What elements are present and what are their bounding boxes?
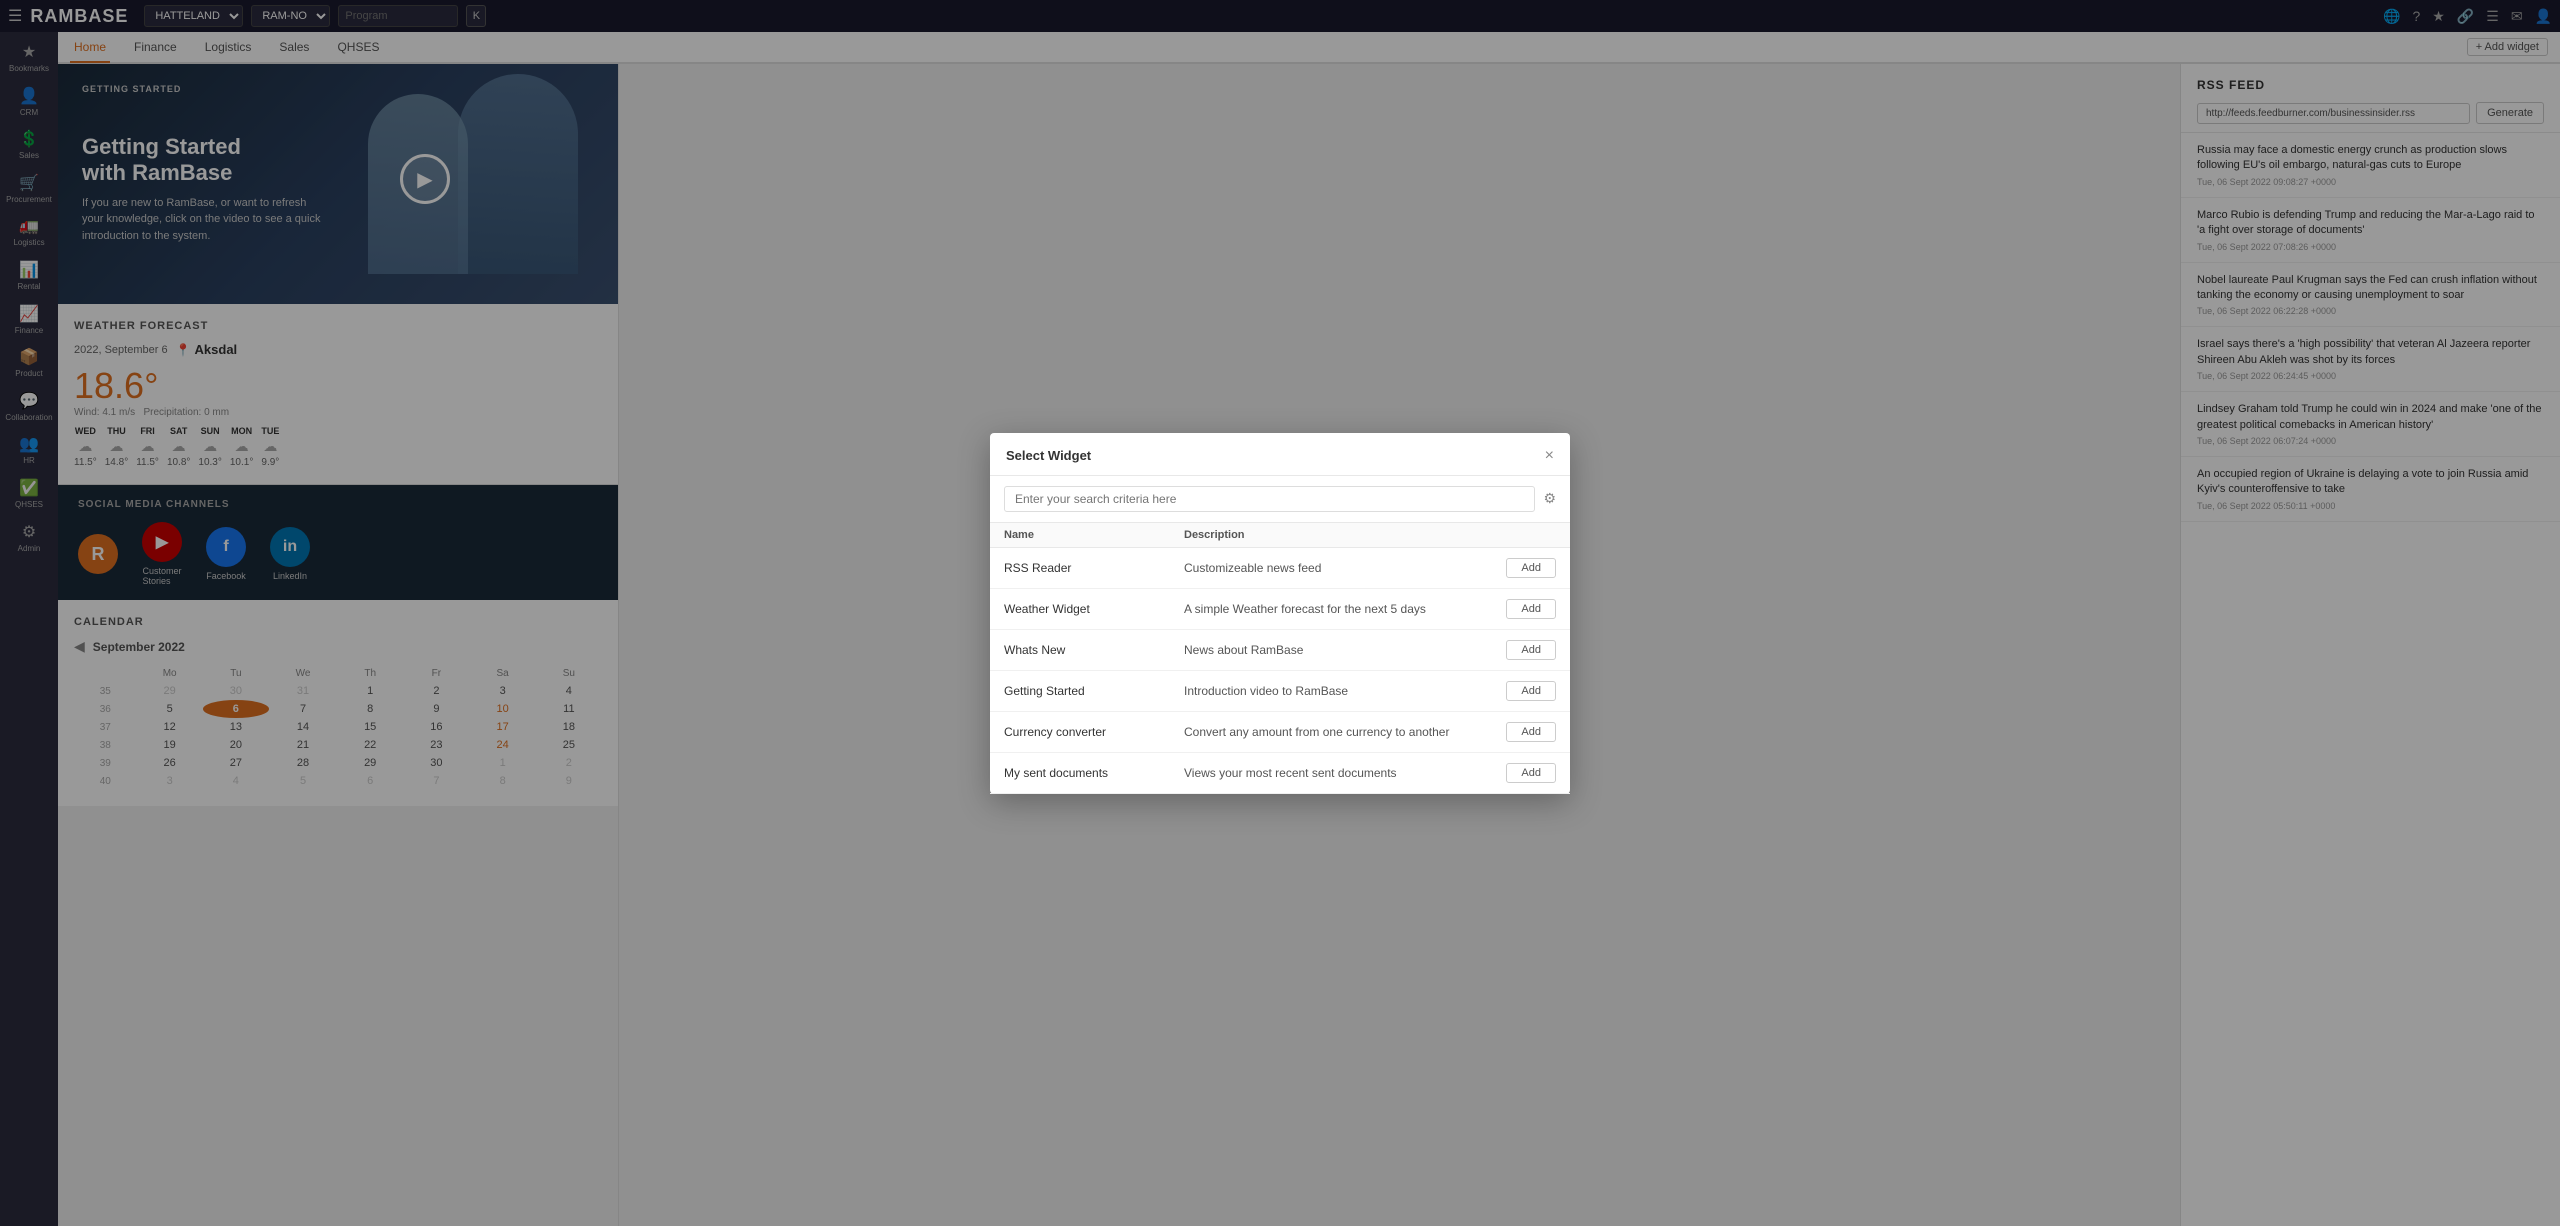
- modal-header: Select Widget ×: [990, 433, 1570, 476]
- widget-row: RSS ReaderCustomizeable news feedAdd: [990, 548, 1570, 589]
- widget-desc: News about RamBase: [1184, 643, 1506, 657]
- widget-desc: Views your most recent sent documents: [1184, 766, 1506, 780]
- modal-col-name: Name: [1004, 529, 1184, 541]
- modal-col-desc: Description: [1184, 529, 1556, 541]
- modal-close-button[interactable]: ×: [1545, 447, 1554, 465]
- modal-overlay[interactable]: Select Widget × ⚙ Name Description RSS R…: [0, 0, 2560, 1226]
- widget-name: Getting Started: [1004, 684, 1184, 698]
- modal-column-headers: Name Description: [990, 523, 1570, 548]
- widget-name: Weather Widget: [1004, 602, 1184, 616]
- modal-body: RSS ReaderCustomizeable news feedAddWeat…: [990, 548, 1570, 794]
- widget-row: Getting StartedIntroduction video to Ram…: [990, 671, 1570, 712]
- widget-name: Whats New: [1004, 643, 1184, 657]
- widget-add-button[interactable]: Add: [1506, 558, 1556, 578]
- widget-desc: Introduction video to RamBase: [1184, 684, 1506, 698]
- widget-add-button[interactable]: Add: [1506, 722, 1556, 742]
- widget-desc: A simple Weather forecast for the next 5…: [1184, 602, 1506, 616]
- widget-row: Whats NewNews about RamBaseAdd: [990, 630, 1570, 671]
- widget-add-button[interactable]: Add: [1506, 599, 1556, 619]
- modal-search-row: ⚙: [990, 476, 1570, 523]
- modal-settings-icon[interactable]: ⚙: [1543, 490, 1556, 507]
- select-widget-modal: Select Widget × ⚙ Name Description RSS R…: [990, 433, 1570, 794]
- modal-title: Select Widget: [1006, 448, 1091, 463]
- modal-search-input[interactable]: [1004, 486, 1535, 512]
- widget-desc: Customizeable news feed: [1184, 561, 1506, 575]
- widget-row: Weather WidgetA simple Weather forecast …: [990, 589, 1570, 630]
- widget-add-button[interactable]: Add: [1506, 763, 1556, 783]
- widget-desc: Convert any amount from one currency to …: [1184, 725, 1506, 739]
- widget-name: Currency converter: [1004, 725, 1184, 739]
- widget-row: Currency converterConvert any amount fro…: [990, 712, 1570, 753]
- widget-row: My sent documentsViews your most recent …: [990, 753, 1570, 794]
- widget-add-button[interactable]: Add: [1506, 640, 1556, 660]
- widget-name: My sent documents: [1004, 766, 1184, 780]
- widget-name: RSS Reader: [1004, 561, 1184, 575]
- widget-add-button[interactable]: Add: [1506, 681, 1556, 701]
